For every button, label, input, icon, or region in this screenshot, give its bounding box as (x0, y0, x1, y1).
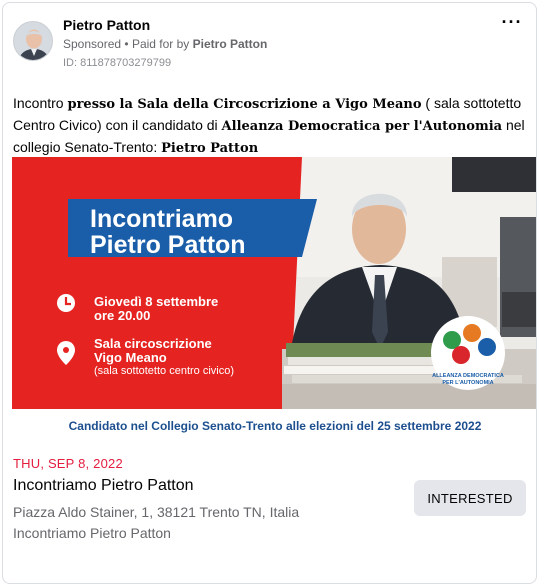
body-text-1: Incontro (13, 95, 68, 111)
banner-headline-1: Incontriamo (90, 205, 233, 233)
event-banner-image[interactable]: ALLEANZA DEMOCRATICA PER L'AUTONOMIA Inc… (12, 157, 536, 440)
paid-for-label: Paid for by (131, 37, 190, 51)
interested-button[interactable]: INTERESTED (414, 480, 526, 516)
post-body: Incontro presso la Sala della Circoscriz… (13, 93, 528, 159)
banner-when-2: ore 20.00 (94, 308, 150, 323)
ad-id: ID: 811878703279799 (63, 57, 172, 69)
banner-where-3: (sala sottotetto centro civico) (94, 365, 234, 377)
body-text-6: Pietro Patton (161, 141, 259, 156)
clock-icon (57, 294, 75, 312)
event-address: Piazza Aldo Stainer, 1, 38121 Trento TN,… (13, 504, 300, 520)
sponsored-line: Sponsored • Paid for by Pietro Patton (63, 37, 267, 51)
author-name[interactable]: Pietro Patton (63, 17, 150, 33)
banner-where-2: Vigo Meano (94, 350, 167, 365)
ad-card: Pietro Patton Sponsored • Paid for by Pi… (2, 2, 537, 584)
paid-by-name[interactable]: Pietro Patton (193, 37, 268, 51)
banner-where-1: Sala circoscrizione (94, 336, 212, 351)
event-title[interactable]: Incontriamo Pietro Patton (13, 477, 194, 495)
banner-headline-2: Pietro Patton (90, 231, 246, 259)
post-header: Pietro Patton Sponsored • Paid for by Pi… (13, 17, 528, 73)
more-options-icon[interactable]: ··· (498, 13, 526, 35)
event-organizer: Incontriamo Pietro Patton (13, 525, 171, 541)
separator-dot: • (124, 37, 129, 51)
avatar[interactable] (13, 21, 53, 61)
logo-line-2: PER L'AUTONOMIA (442, 380, 493, 386)
body-text-2: presso la Sala della Circoscrizione a Vi… (67, 97, 422, 112)
banner-when-1: Giovedì 8 settembre (94, 294, 218, 309)
logo-line-1: ALLEANZA DEMOCRATICA (432, 373, 504, 379)
banner-footer: Candidato nel Collegio Senato-Trento all… (69, 419, 482, 433)
body-text-4: Alleanza Democratica per l'Autonomia (221, 119, 503, 134)
event-date: THU, SEP 8, 2022 (13, 456, 123, 471)
sponsored-label[interactable]: Sponsored (63, 37, 121, 51)
